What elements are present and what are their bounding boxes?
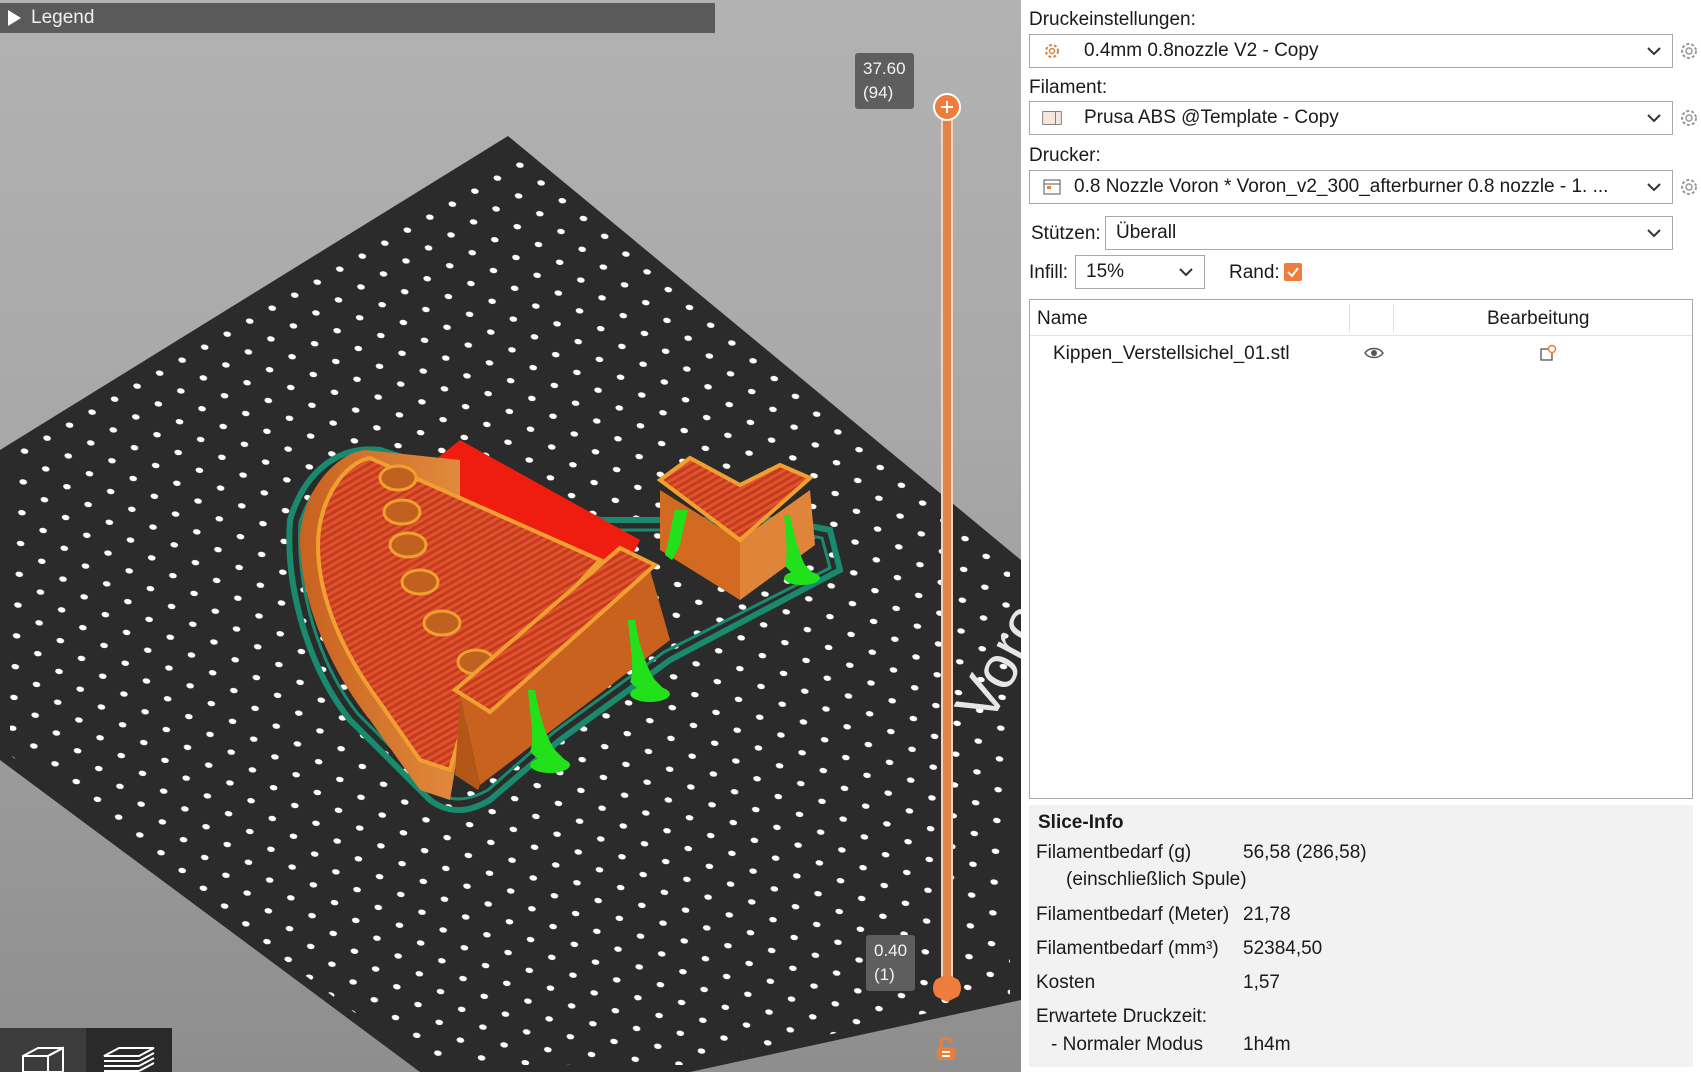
slider-top-value: 37.60 <box>863 59 906 78</box>
slice-info-label: - Normaler Modus <box>1051 1034 1204 1055</box>
supports-combo[interactable]: Überall <box>1105 216 1673 250</box>
slice-info-label: Filamentbedarf (Meter) <box>1036 904 1230 925</box>
column-edit-header[interactable]: Bearbeitung <box>1487 308 1589 330</box>
slice-info-box: Slice-Info Filamentbedarf (g) 56,58 (286… <box>1029 805 1693 1067</box>
brim-checkbox[interactable] <box>1284 263 1302 281</box>
filament-color-icon <box>1042 108 1062 128</box>
slider-bottom-layer: (1) <box>874 965 895 984</box>
slice-info-label: Filamentbedarf (g) <box>1036 842 1192 863</box>
chevron-down-icon <box>1647 229 1661 238</box>
brim-label: Rand: <box>1229 262 1280 283</box>
chevron-down-icon <box>1647 114 1661 123</box>
slider-top-layer: (94) <box>863 83 894 102</box>
printer-label: Drucker: <box>1029 145 1101 166</box>
checkmark-icon <box>1287 267 1299 278</box>
printer-icon <box>1042 177 1062 197</box>
chevron-down-icon <box>1647 183 1661 192</box>
view-mode-toolbar <box>0 1028 172 1072</box>
print-settings-value: 0.4mm 0.8nozzle V2 - Copy <box>1084 40 1319 61</box>
3d-view-button[interactable] <box>0 1028 86 1072</box>
slider-top-thumb[interactable] <box>933 93 961 121</box>
cube-icon <box>22 1046 64 1072</box>
edit-icon[interactable] <box>1539 344 1557 362</box>
slider-top-label: 37.60 (94) <box>855 53 914 109</box>
filament-gear-icon[interactable] <box>1679 108 1699 128</box>
legend-label: Legend <box>31 7 95 28</box>
slice-info-label: Filamentbedarf (mm³) <box>1036 938 1219 959</box>
slider-bottom-label: 0.40 (1) <box>866 935 916 991</box>
eye-icon[interactable] <box>1364 346 1384 360</box>
infill-value: 15% <box>1086 261 1125 282</box>
print-settings-combo[interactable]: 0.4mm 0.8nozzle V2 - Copy <box>1029 34 1673 68</box>
object-name: Kippen_Verstellsichel_01.stl <box>1053 343 1290 364</box>
object-list[interactable]: Name Bearbeitung Kippen_Verstellsichel_0… <box>1029 299 1693 799</box>
legend-toggle[interactable]: Legend <box>0 3 715 33</box>
print-preview-scene[interactable]: Voron <box>0 0 1021 1072</box>
supports-value: Überall <box>1116 222 1177 243</box>
expand-triangle-icon <box>8 10 21 26</box>
column-separator <box>1349 304 1350 332</box>
print-settings-label: Druckeinstellungen: <box>1029 9 1196 30</box>
supports-label: Stützen: <box>1031 223 1101 244</box>
infill-label: Infill: <box>1029 262 1069 283</box>
filament-value: Prusa ABS @Template - Copy <box>1084 107 1339 128</box>
infill-combo[interactable]: 15% <box>1075 255 1205 289</box>
settings-panel: Druckeinstellungen: 0.4mm 0.8nozzle V2 -… <box>1021 0 1701 1072</box>
gear-icon <box>1042 41 1062 61</box>
print-settings-gear-icon[interactable] <box>1679 41 1699 61</box>
slice-info-value: 52384,50 <box>1243 938 1323 959</box>
layer-view-button[interactable] <box>86 1028 172 1072</box>
slice-info-value: 1h4m <box>1243 1034 1291 1055</box>
object-list-header: Name Bearbeitung <box>1030 300 1692 336</box>
slice-info-label: Kosten <box>1036 972 1096 993</box>
slice-info-value: 21,78 <box>1243 904 1291 925</box>
chevron-down-icon <box>1179 268 1193 277</box>
object-row[interactable]: Kippen_Verstellsichel_01.stl <box>1030 340 1692 372</box>
column-separator <box>1393 304 1394 332</box>
slider-bottom-value: 0.40 <box>874 941 908 960</box>
printer-value: 0.8 Nozzle Voron * Voron_v2_300_afterbur… <box>1074 176 1609 197</box>
3d-viewport[interactable]: Voron Legend 37.60 (94) 0.40 (1) <box>0 0 1021 1072</box>
filament-label: Filament: <box>1029 77 1108 98</box>
slice-info-label: Erwartete Druckzeit: <box>1036 1006 1208 1027</box>
layer-slider-track[interactable] <box>941 106 953 990</box>
slice-info-value: 1,57 <box>1243 972 1280 993</box>
filament-combo[interactable]: Prusa ABS @Template - Copy <box>1029 101 1673 135</box>
slice-info-label: (einschließlich Spule) <box>1066 869 1247 890</box>
slice-info-value: 56,58 (286,58) <box>1243 842 1367 863</box>
slice-info-title: Slice-Info <box>1038 812 1124 833</box>
layers-icon <box>103 1047 155 1072</box>
printer-combo[interactable]: 0.8 Nozzle Voron * Voron_v2_300_afterbur… <box>1029 170 1673 204</box>
column-name-header[interactable]: Name <box>1037 308 1088 330</box>
chevron-down-icon <box>1647 47 1661 56</box>
printer-gear-icon[interactable] <box>1679 177 1699 197</box>
lock-icon[interactable] <box>934 1037 958 1061</box>
